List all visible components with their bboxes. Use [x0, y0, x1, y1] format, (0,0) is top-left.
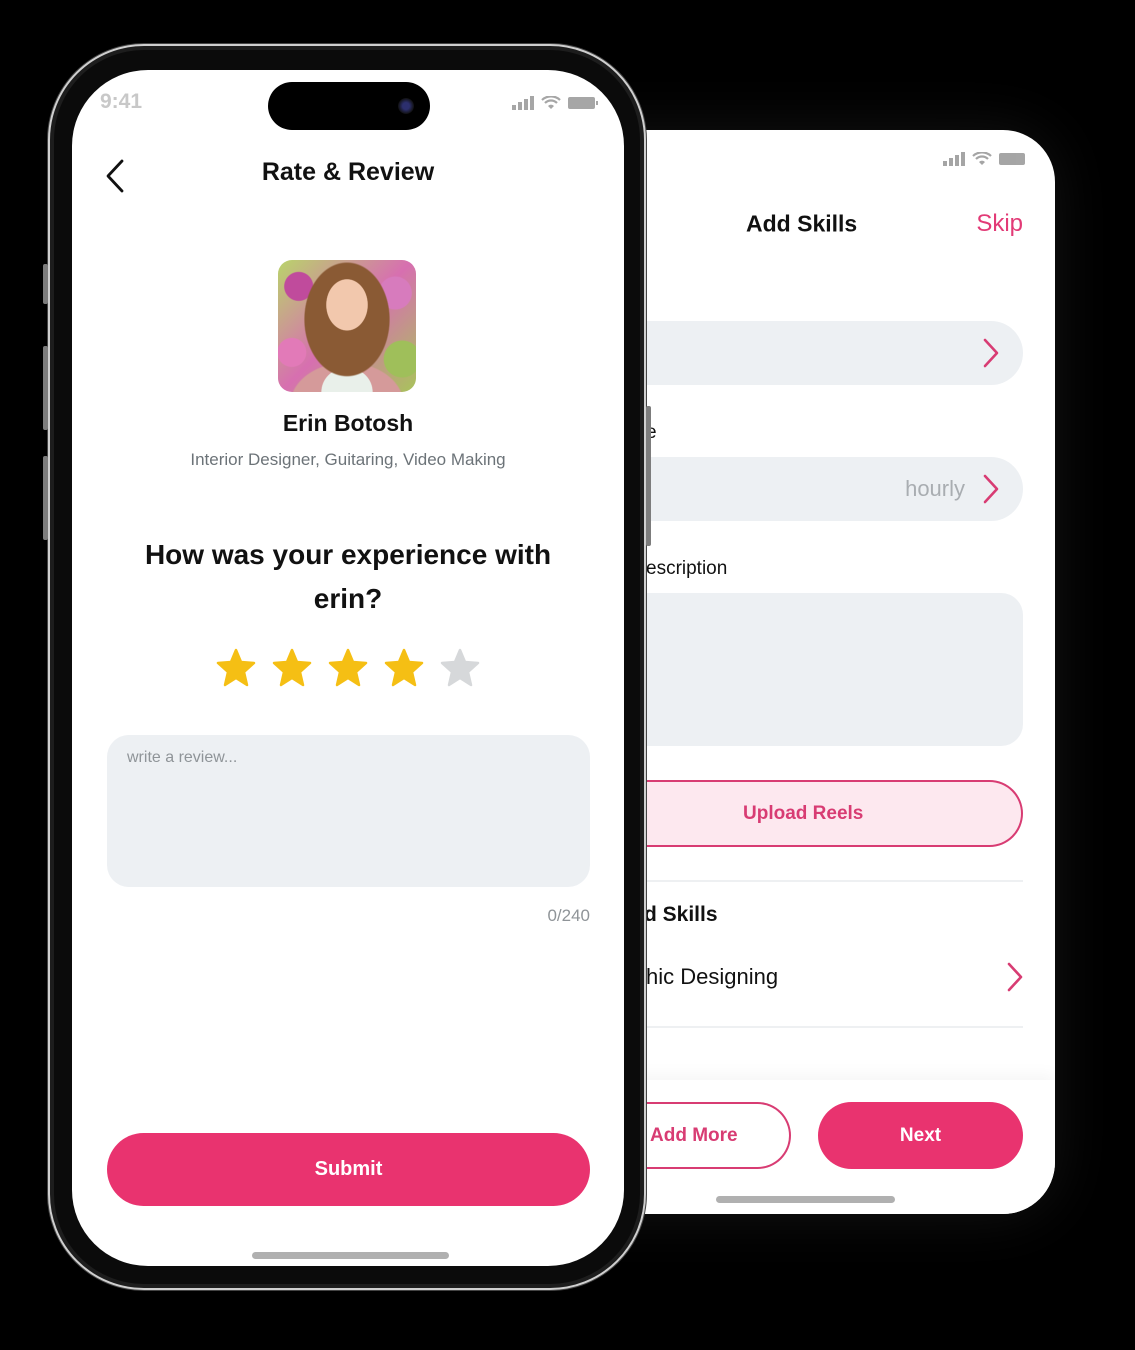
next-button[interactable]: Next: [818, 1102, 1023, 1169]
submit-button[interactable]: Submit: [107, 1133, 590, 1206]
chevron-right-icon: [1007, 962, 1023, 992]
upload-reels-label: Upload Reels: [743, 802, 864, 824]
dynamic-island: [268, 82, 430, 130]
power-button: [646, 406, 651, 546]
status-icons: [512, 96, 598, 110]
volume-up-button: [43, 346, 48, 430]
home-indicator: [252, 1252, 449, 1259]
battery-icon: [999, 153, 1025, 165]
wifi-icon: [972, 152, 992, 165]
profile-skills: Interior Designer, Guitaring, Video Maki…: [190, 450, 506, 469]
home-indicator: [716, 1196, 895, 1203]
chevron-right-icon: [983, 338, 999, 368]
page-title: Rate & Review: [261, 158, 435, 186]
chevron-right-icon: [983, 474, 999, 504]
wifi-icon: [541, 96, 561, 109]
add-more-label: Add More: [650, 1124, 738, 1146]
character-counter: 0/240: [547, 906, 590, 925]
added-skills-heading: d Skills: [644, 903, 718, 926]
star-filled-icon[interactable]: [272, 648, 312, 688]
mockup-stage: Add Skills Skip e hourly escription Uplo…: [0, 0, 1135, 1350]
star-filled-icon[interactable]: [384, 648, 424, 688]
skip-button[interactable]: Skip: [976, 210, 1023, 238]
camera-icon: [398, 98, 414, 114]
status-time: 9:41: [100, 90, 143, 113]
phone-frame: 9:41 Rate & Review Erin Botosh Interior …: [43, 44, 651, 1290]
star-filled-icon[interactable]: [328, 648, 368, 688]
star-rating[interactable]: [72, 648, 624, 688]
avatar: [278, 260, 416, 392]
rate-unit-value: hourly: [905, 476, 965, 501]
volume-down-button: [43, 456, 48, 540]
status-icons: [943, 152, 1027, 166]
skill-name: hic Designing: [646, 964, 779, 989]
review-input[interactable]: [107, 735, 590, 887]
star-filled-icon[interactable]: [216, 648, 256, 688]
page-title: Add Skills: [746, 210, 858, 237]
action-button: [43, 264, 48, 304]
rating-question: How was your experience with erin?: [144, 539, 552, 614]
description-label: escription: [646, 558, 728, 579]
star-empty-icon[interactable]: [440, 648, 480, 688]
signal-icon: [943, 152, 965, 166]
profile-name: Erin Botosh: [282, 410, 414, 436]
signal-icon: [512, 96, 534, 110]
rate-review-screen: 9:41 Rate & Review Erin Botosh Interior …: [72, 70, 624, 1266]
battery-icon: [568, 97, 598, 109]
